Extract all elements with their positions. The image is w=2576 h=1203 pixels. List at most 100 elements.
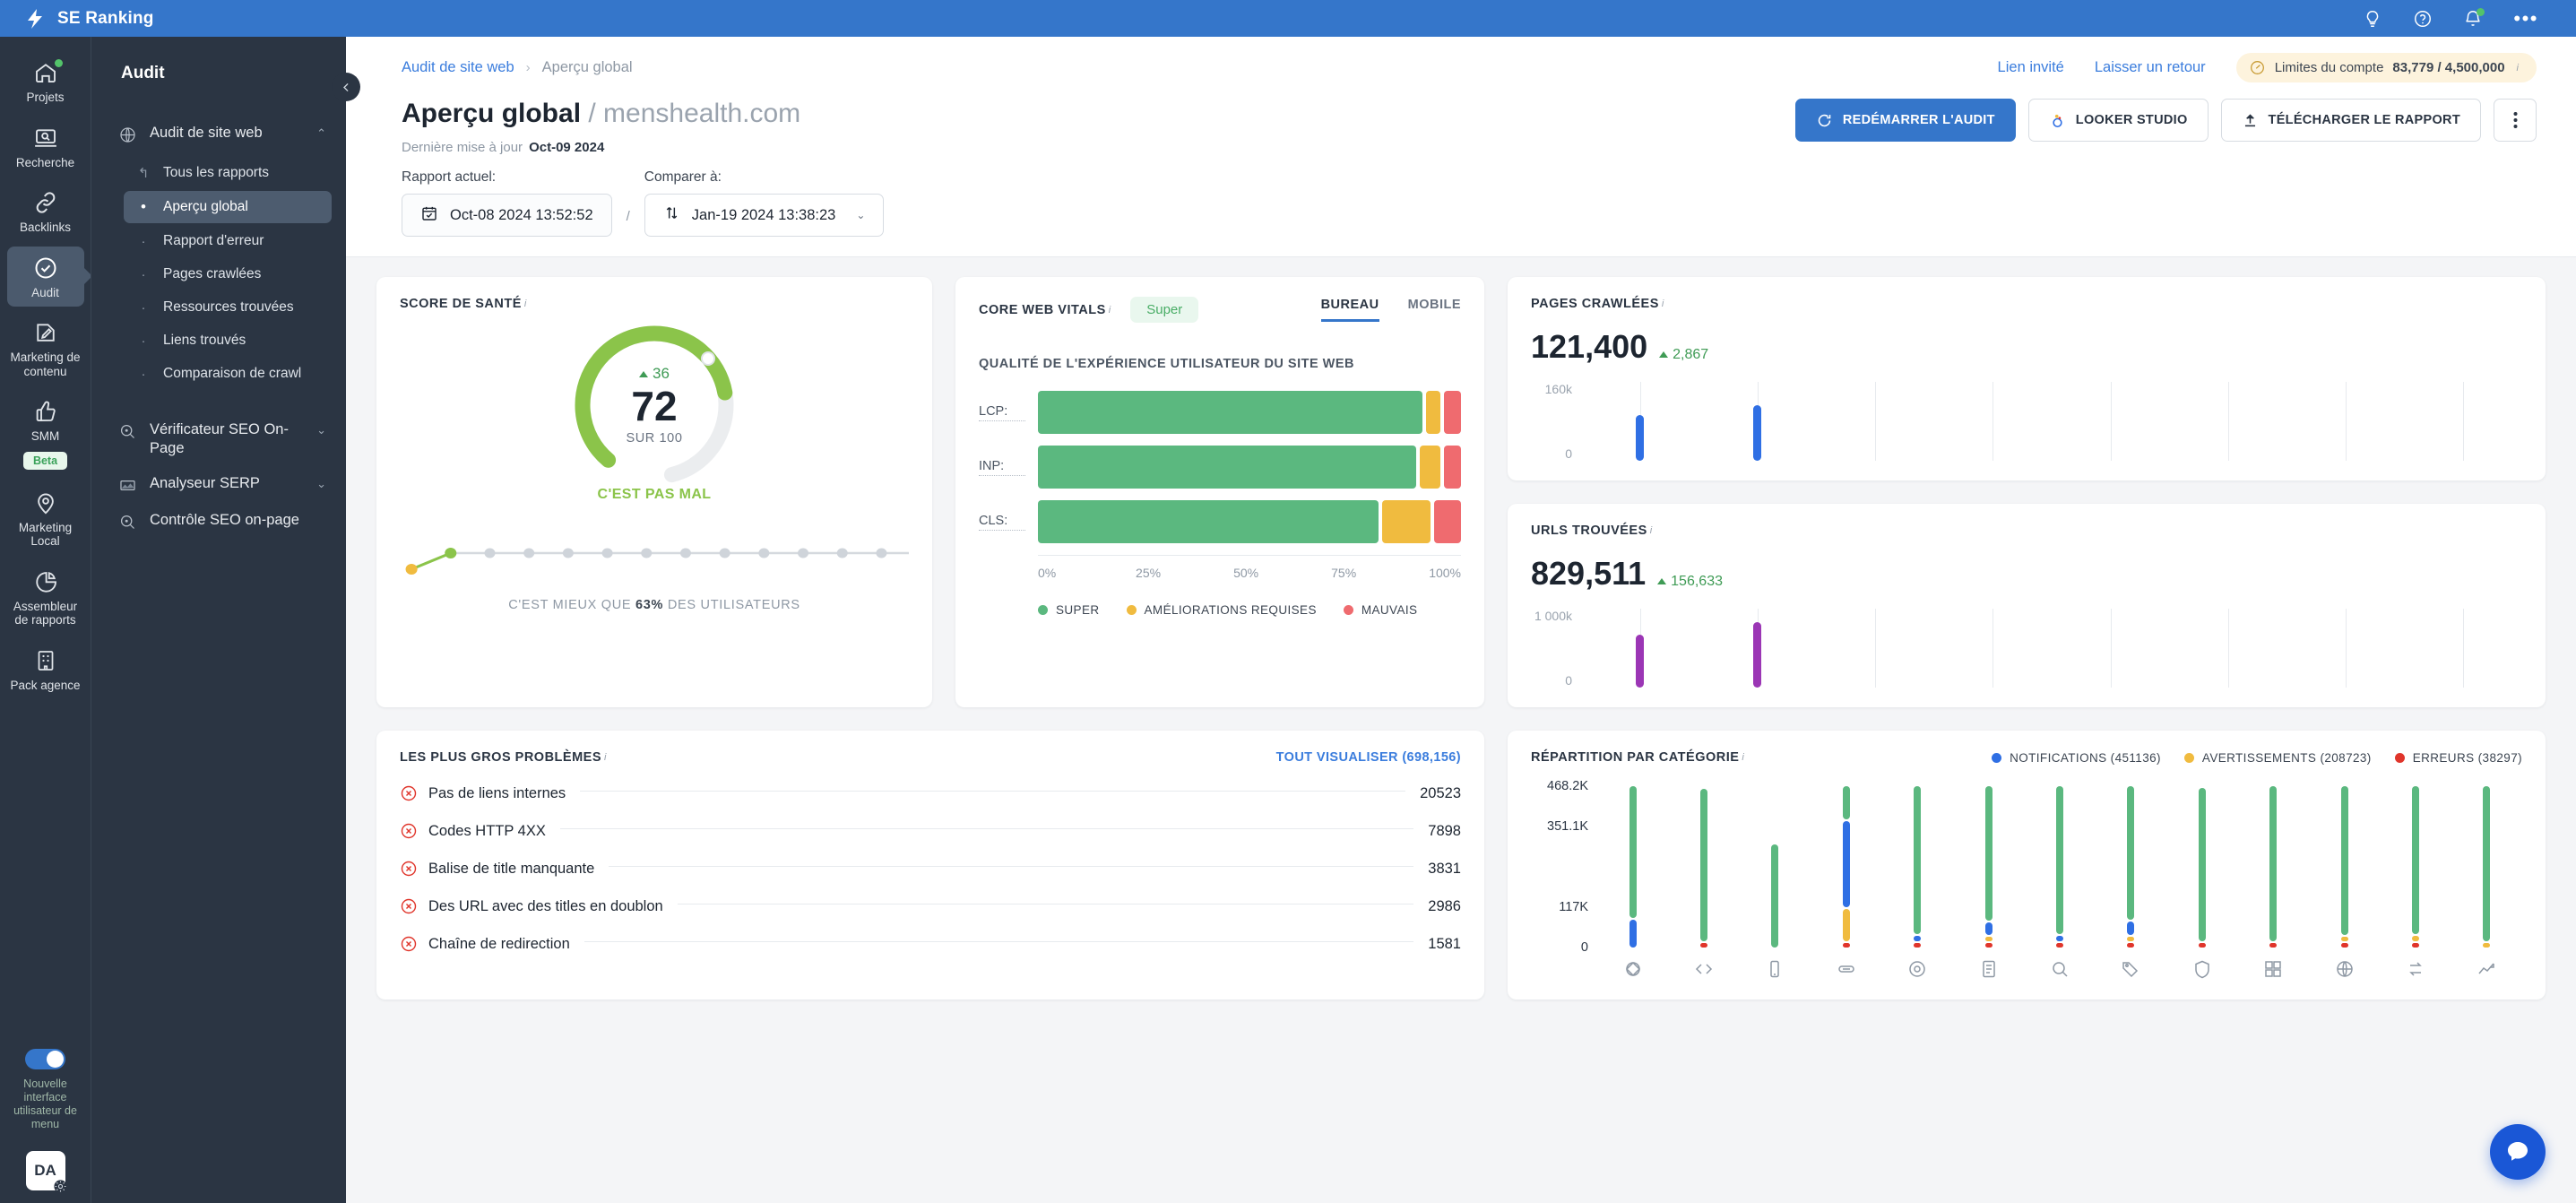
notifications-icon[interactable] [2463,7,2485,29]
category-segment[interactable] [1842,908,1850,942]
category-segment[interactable] [2411,936,2419,941]
sidebar-item-comparaison-de-crawl[interactable]: · Comparaison de crawl [124,359,332,389]
gear-icon[interactable] [52,1178,69,1195]
chat-support-button[interactable] [2490,1124,2546,1180]
rail-item-marketing-local[interactable]: Marketing Local [7,481,84,556]
restart-audit-button[interactable]: REDÉMARRER L'AUDIT [1794,99,2016,142]
info-icon[interactable]: i [1650,525,1652,536]
category-segment[interactable] [2056,935,2064,941]
sidebar-item-pages-crawlees[interactable]: · Pages crawlées [124,259,332,290]
brand[interactable]: SE Ranking [23,7,154,30]
code-icon[interactable] [1668,958,1739,980]
category-segment[interactable] [1914,942,1922,948]
chevron-down-icon[interactable]: ⌄ [856,209,865,221]
chart-bar[interactable] [1636,414,1645,461]
chart-bar[interactable] [1753,622,1762,688]
category-segment[interactable] [2269,942,2278,948]
traffic-icon[interactable] [2451,958,2522,980]
category-segment[interactable] [1914,936,1922,941]
nav-head-analyseur-serp[interactable]: Analyseur SERP ⌄ [91,466,346,503]
cwv-segment[interactable] [1420,446,1441,489]
account-limits-badge[interactable]: Limites du compte 83,779 / 4,500,000 i [2235,53,2537,82]
issue-row[interactable]: Codes HTTP 4XX 7898 [400,822,1461,840]
structure-icon[interactable] [2238,958,2309,980]
rail-item-pack-agence[interactable]: Pack agence [7,639,84,700]
category-segment[interactable] [1984,786,1993,922]
chevron-down-icon[interactable]: ⌄ [316,477,326,491]
legend-item[interactable]: AVERTISSEMENTS (208723) [2183,751,2372,765]
info-icon[interactable]: i [1109,305,1111,316]
feedback-link[interactable]: Laisser un retour [2095,59,2206,76]
help-icon[interactable] [2413,9,2433,29]
rail-item-marketing-contenu[interactable]: Marketing de contenu [7,311,84,385]
rail-item-projets[interactable]: Projets [7,51,84,112]
tab-bureau[interactable]: BUREAU [1320,298,1379,322]
category-segment[interactable] [1629,920,1637,948]
nav-head-verificateur-seo-on-page[interactable]: Vérificateur SEO On-Page ⌄ [91,412,346,466]
cwv-segment[interactable] [1382,500,1431,543]
cwv-segment[interactable] [1038,391,1423,434]
chart-bar[interactable] [1753,405,1762,461]
cwv-segment[interactable] [1038,500,1379,543]
cwv-segment[interactable] [1444,391,1461,434]
collapse-sidebar-button[interactable] [332,73,360,101]
chevron-up-icon[interactable]: ⌃ [316,126,326,141]
rail-item-backlinks[interactable]: Backlinks [7,181,84,242]
category-segment[interactable] [2483,942,2491,948]
indexing-icon[interactable] [2024,958,2095,980]
nav-head-audit-site-web[interactable]: Audit de site web ⌃ [91,116,346,152]
category-segment[interactable] [2198,942,2206,948]
legend-item[interactable]: MAUVAIS [1343,603,1418,617]
category-segment[interactable] [1629,786,1637,919]
download-report-button[interactable]: TÉLÉCHARGER LE RAPPORT [2220,99,2481,142]
mobile-icon[interactable] [1740,958,1811,980]
category-segment[interactable] [2127,937,2135,942]
info-icon[interactable]: i [2517,63,2519,74]
cwv-segment[interactable] [1433,500,1461,543]
chevron-down-icon[interactable]: ⌄ [316,423,326,437]
sidebar-item-tous-les-rapports[interactable]: ↰ Tous les rapports [124,158,332,188]
category-segment[interactable] [2411,786,2419,935]
chart-bar[interactable] [1636,634,1645,688]
category-segment[interactable] [1914,786,1922,935]
category-segment[interactable] [2127,922,2135,936]
speed-icon[interactable] [1882,958,1953,980]
rail-item-audit[interactable]: Audit [6,246,84,307]
sidebar-item-apercu-global[interactable]: • Aperçu global [124,191,332,223]
new-menu-ui-toggle[interactable] [25,1049,65,1069]
issue-row[interactable]: Des URL avec des titles en doublon 2986 [400,897,1461,915]
https-icon[interactable] [2166,958,2237,980]
category-segment[interactable] [1984,936,1993,941]
category-segment[interactable] [1842,820,1850,907]
lightbulb-icon[interactable] [2363,9,2382,29]
issue-row[interactable]: Chaîne de redirection 1581 [400,935,1461,953]
sidebar-item-rapport-derreur[interactable]: · Rapport d'erreur [124,226,332,256]
cwv-segment[interactable] [1444,446,1461,489]
info-icon[interactable]: i [1742,752,1743,763]
category-segment[interactable] [1771,844,1779,948]
legend-item[interactable]: NOTIFICATIONS (451136) [1992,751,2161,765]
category-segment[interactable] [1984,942,1993,948]
view-all-issues-link[interactable]: TOUT VISUALISER (698,156) [1276,750,1461,765]
category-segment[interactable] [2269,786,2278,941]
looker-studio-button[interactable]: LOOKER STUDIO [2027,99,2209,142]
rail-item-assembleur-rapports[interactable]: Assembleur de rapports [7,560,84,635]
category-segment[interactable] [2127,786,2135,921]
issue-row[interactable]: Pas de liens internes 20523 [400,784,1461,802]
legend-item[interactable]: AMÉLIORATIONS REQUISES [1126,603,1317,617]
breadcrumb-parent[interactable]: Audit de site web [402,59,514,76]
category-segment[interactable] [2127,943,2135,948]
nav-head-controle-seo-on-page[interactable]: Contrôle SEO on-page [91,503,346,540]
category-segment[interactable] [1700,942,1708,948]
localization-icon[interactable] [2309,958,2380,980]
sidebar-item-liens-trouves[interactable]: · Liens trouvés [124,325,332,356]
info-icon[interactable]: i [604,752,606,763]
current-report-field[interactable]: Oct-08 2024 13:52:52 [402,194,612,237]
rail-item-recherche[interactable]: Recherche [7,117,84,177]
category-segment[interactable] [2056,942,2064,948]
tab-mobile[interactable]: MOBILE [1408,298,1461,322]
category-segment[interactable] [1842,786,1850,819]
legend-item[interactable]: SUPER [1038,603,1100,617]
info-icon[interactable]: i [524,299,526,309]
category-segment[interactable] [2340,786,2348,935]
